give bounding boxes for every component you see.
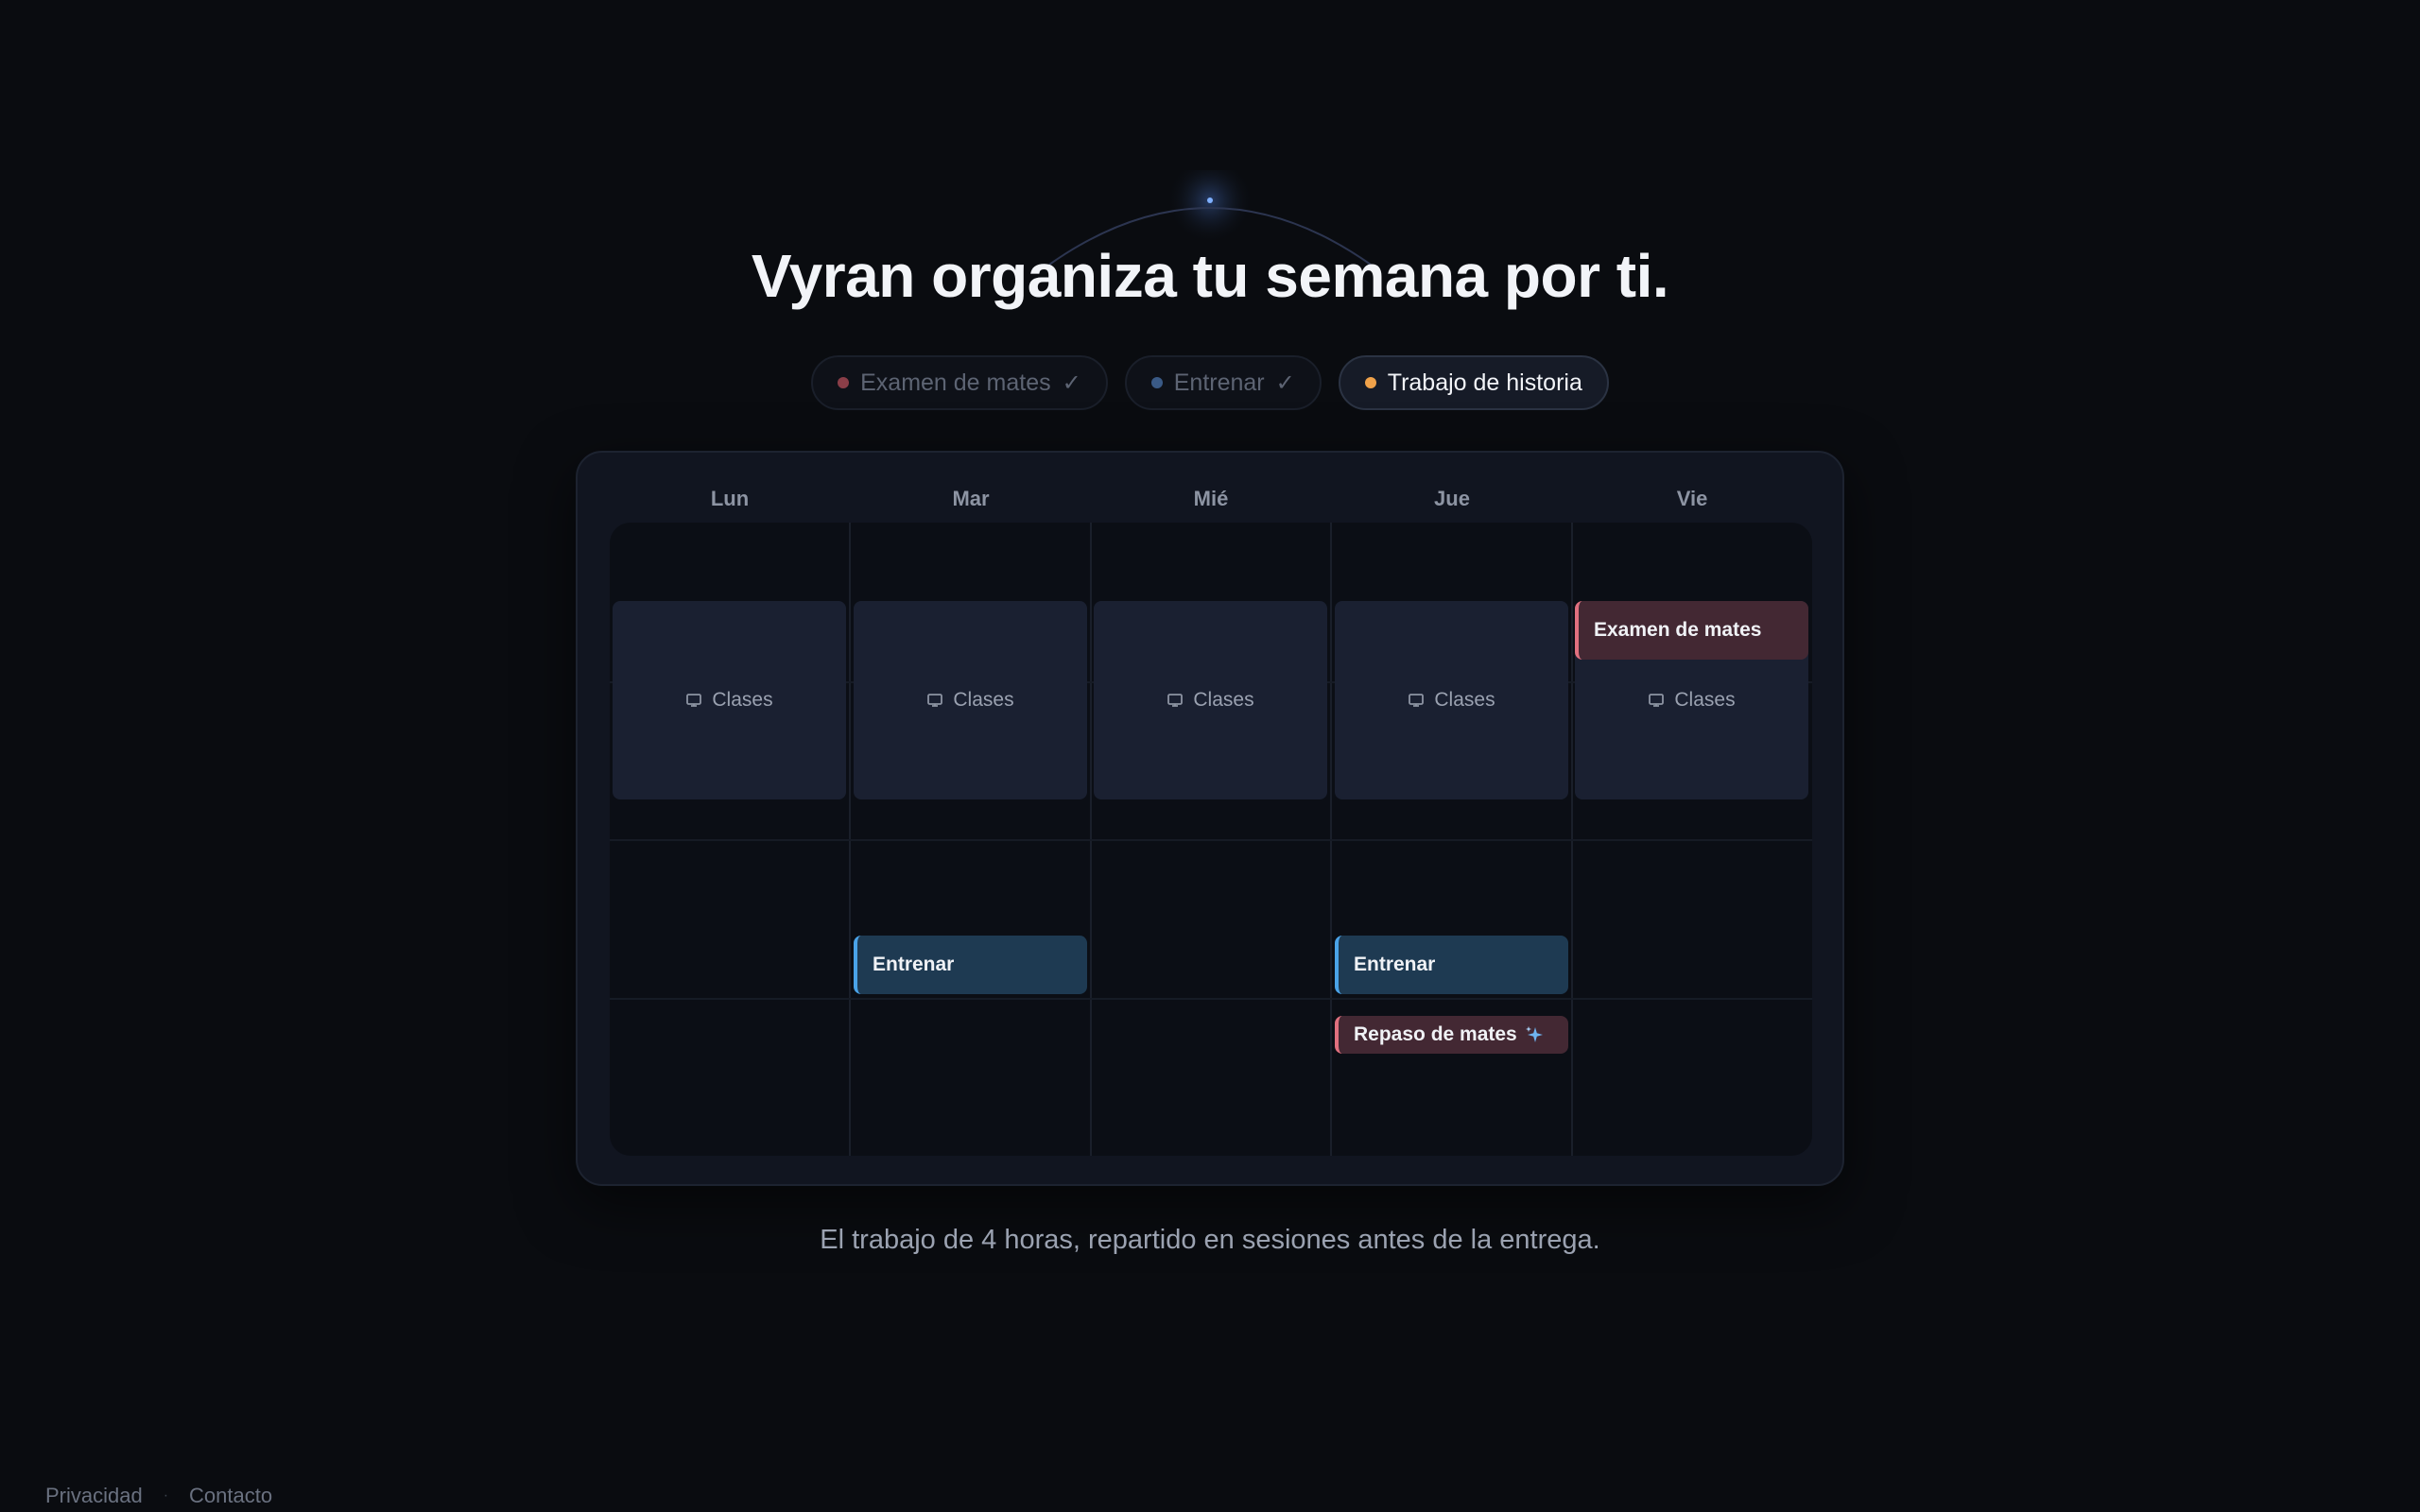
chip-label: Trabajo de historia xyxy=(1387,369,1582,396)
event-label: Clases xyxy=(1674,689,1736,711)
dot-icon xyxy=(1150,377,1163,388)
event-label: Repaso de mates xyxy=(1354,1023,1517,1045)
event-label: Clases xyxy=(953,689,1014,711)
classroom-icon xyxy=(686,694,702,707)
page-title: Vyran organiza tu semana por ti. xyxy=(751,242,1669,310)
event-label: Entrenar xyxy=(873,954,955,975)
privacy-link[interactable]: Privacidad xyxy=(45,1484,143,1508)
contact-link[interactable]: Contacto xyxy=(189,1484,272,1508)
event-clases-lun[interactable]: Clases xyxy=(613,601,846,799)
chip-entrenar[interactable]: Entrenar ✓ xyxy=(1124,355,1322,410)
day-header-vie: Vie xyxy=(1676,487,1708,510)
check-icon: ✓ xyxy=(1062,369,1081,396)
event-label: Clases xyxy=(712,689,773,711)
chip-label: Examen de mates xyxy=(860,369,1051,396)
day-header-lun: Lun xyxy=(710,487,750,510)
calendar-grid: Clases Clases Clases Clases Clases Exame… xyxy=(610,523,1812,1156)
footer: Privacidad · Contacto xyxy=(45,1484,272,1508)
week-calendar: Lun Mar Mié Jue Vie Clases Clases Clases… xyxy=(576,451,1844,1186)
event-entrenar-mar[interactable]: Entrenar xyxy=(854,936,1087,994)
event-repaso-de-mates[interactable]: Repaso de mates xyxy=(1335,1016,1568,1054)
event-clases-mie[interactable]: Clases xyxy=(1094,601,1327,799)
chip-trabajo-de-historia[interactable]: Trabajo de historia xyxy=(1338,355,1609,410)
event-clases-jue[interactable]: Clases xyxy=(1335,601,1568,799)
classroom-icon xyxy=(1409,694,1425,707)
footer-separator: · xyxy=(163,1487,169,1503)
event-label: Clases xyxy=(1434,689,1495,711)
grid-divider xyxy=(610,839,1812,841)
day-header-mar: Mar xyxy=(952,487,990,510)
day-header-jue: Jue xyxy=(1434,487,1470,510)
dot-icon xyxy=(1364,377,1376,388)
event-clases-mar[interactable]: Clases xyxy=(854,601,1087,799)
event-examen-de-mates[interactable]: Examen de mates xyxy=(1575,601,1808,660)
classroom-icon xyxy=(1649,694,1665,707)
chip-examen-de-mates[interactable]: Examen de mates ✓ xyxy=(811,355,1108,410)
sparkle-icon xyxy=(1525,1026,1543,1042)
check-icon: ✓ xyxy=(1275,369,1295,396)
classroom-icon xyxy=(1167,694,1184,707)
event-label: Examen de mates xyxy=(1594,619,1762,641)
task-chips: Examen de mates ✓ Entrenar ✓ Trabajo de … xyxy=(0,355,2420,410)
event-entrenar-jue[interactable]: Entrenar xyxy=(1335,936,1568,994)
dot-icon xyxy=(838,377,850,388)
event-label: Entrenar xyxy=(1354,954,1436,975)
classroom-icon xyxy=(927,694,943,707)
day-header-mie: Mié xyxy=(1193,487,1229,510)
event-label: Clases xyxy=(1193,689,1254,711)
chip-label: Entrenar xyxy=(1173,369,1265,396)
grid-divider xyxy=(610,998,1812,1000)
calendar-caption: El trabajo de 4 horas, repartido en sesi… xyxy=(820,1225,1600,1255)
